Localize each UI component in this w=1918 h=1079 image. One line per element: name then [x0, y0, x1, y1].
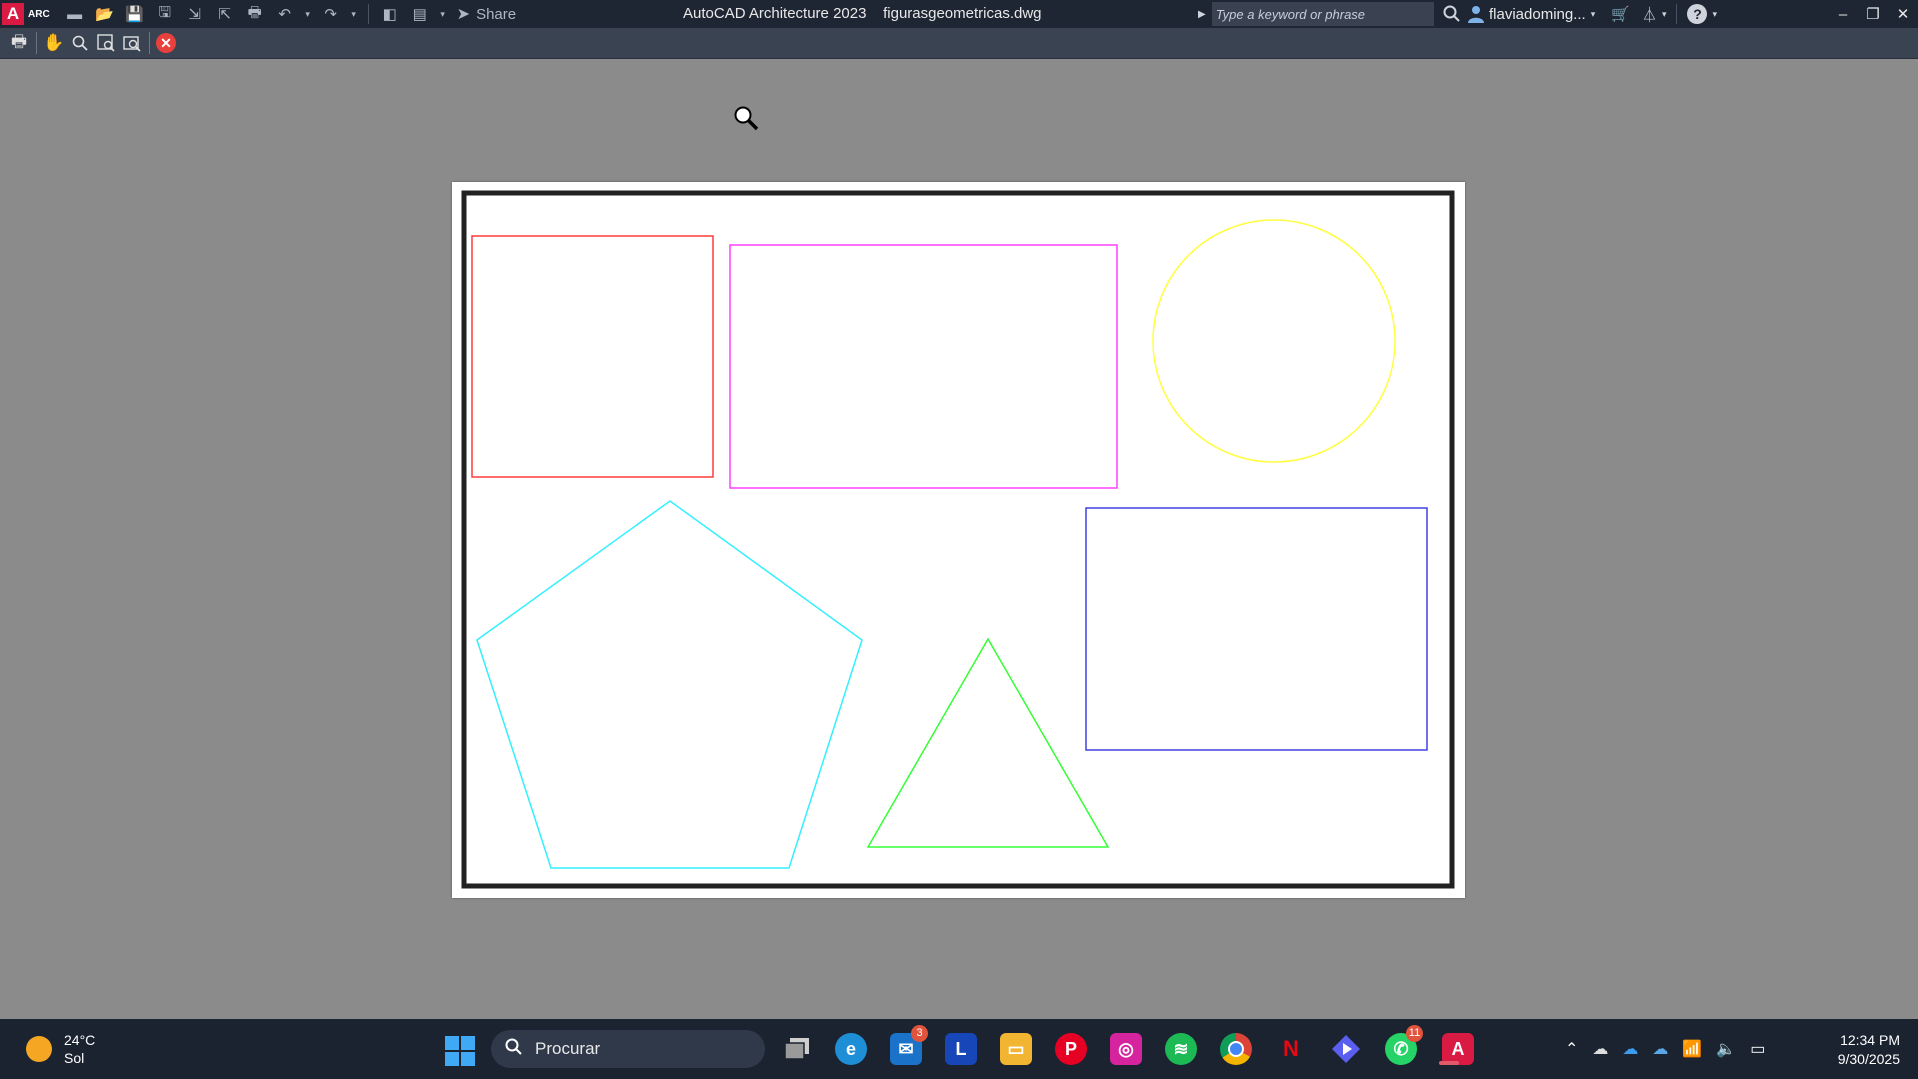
volume-icon[interactable]: 🔈 [1716, 1039, 1736, 1059]
edge-icon[interactable]: e [835, 1033, 867, 1065]
arc-badge: ARC [28, 8, 50, 20]
whatsapp-icon[interactable]: ✆ 11 [1385, 1025, 1423, 1065]
toolbar-divider [36, 32, 37, 54]
zoom-window-icon[interactable] [93, 30, 119, 56]
search-icon[interactable] [1443, 5, 1461, 23]
toolbar-divider [149, 32, 150, 54]
plot-icon[interactable]: 🖶 [242, 2, 268, 26]
taskbar-search[interactable]: Procurar [491, 1030, 765, 1068]
netflix-icon[interactable]: N [1275, 1033, 1307, 1065]
red-square [471, 235, 714, 478]
pinterest-icon[interactable]: P [1055, 1033, 1087, 1065]
user-icon [1468, 6, 1484, 23]
minimize-icon[interactable]: – [1828, 6, 1858, 23]
share-icon: ➤ [456, 6, 471, 23]
account-dropdown-icon: ▾ [1590, 8, 1596, 19]
sun-icon [26, 1036, 52, 1062]
close-window-icon[interactable]: ✕ [1888, 5, 1918, 23]
whatsapp-badge: 11 [1406, 1025, 1423, 1042]
cyan-pentagon [476, 500, 863, 869]
search-area: ▶ [1198, 2, 1434, 26]
file-explorer-icon[interactable]: ▭ [1000, 1033, 1032, 1065]
wifi-icon[interactable]: 📶 [1682, 1039, 1702, 1059]
pan-icon[interactable]: ✋ [41, 30, 67, 56]
undo-dropdown-icon[interactable]: ▾ [302, 2, 314, 26]
title-bar: A ARC ▬ 📂 💾 🖫 ⇲ ⇱ 🖶 ↶ ▾ ↷ ▾ ◧ ▤ ▾ ➤ Shar… [0, 0, 1918, 28]
zoom-icon[interactable] [67, 30, 93, 56]
chrome-icon[interactable] [1220, 1033, 1252, 1065]
windows-taskbar: 24°C Sol Procurar e ✉ 3 L ▭ P ◎ ≋ N ✆ 11 A… [0, 1019, 1918, 1079]
redo-dropdown-icon[interactable]: ▾ [348, 2, 360, 26]
workspace-icon[interactable]: ◧ [377, 2, 403, 26]
window-controls: – ❐ ✕ [1828, 0, 1918, 28]
sheet-border [461, 190, 1455, 889]
mail-badge: 3 [911, 1025, 928, 1042]
expand-search-icon[interactable]: ▶ [1198, 9, 1206, 20]
search-input[interactable] [1211, 2, 1434, 26]
window-title: AutoCAD Architecture 2023 figurasgeometr… [683, 5, 1042, 22]
username: flaviadoming... [1489, 5, 1586, 23]
zoom-cursor-icon [734, 106, 759, 131]
plot-preview-toolbar: 🖶 ✋ ✕ [0, 28, 1918, 59]
magenta-rectangle [729, 244, 1118, 489]
system-clock[interactable]: 12:34 PM 9/30/2025 [1838, 1031, 1900, 1069]
quick-access-toolbar: ▬ 📂 💾 🖫 ⇲ ⇱ 🖶 ↶ ▾ ↷ ▾ ◧ ▤ ▾ ➤ Share [62, 2, 516, 26]
export-icon[interactable]: ⇲ [182, 2, 208, 26]
task-view-icon[interactable] [781, 1033, 813, 1065]
onedrive-error-icon[interactable]: ☁ [1592, 1039, 1608, 1059]
share-label: Share [476, 5, 517, 23]
start-button[interactable] [445, 1036, 475, 1066]
system-tray: ⌃ ☁ ☁ ☁ 📶 🔈 ▭ [1565, 1019, 1765, 1079]
redo-icon[interactable]: ↷ [318, 2, 344, 26]
active-app-indicator [1439, 1052, 1459, 1070]
clock-time: 12:34 PM [1840, 1032, 1900, 1048]
right-tools: flaviadoming... ▾ 🛒 ⏃ ▾ ? ▾ [1443, 0, 1717, 28]
zoom-original-icon[interactable] [119, 30, 145, 56]
weather-temperature: 24°C [64, 1032, 96, 1048]
yellow-circle [1152, 219, 1396, 463]
restore-icon[interactable]: ❐ [1858, 5, 1888, 23]
undo-icon[interactable]: ↶ [272, 2, 298, 26]
account-button[interactable]: flaviadoming... ▾ [1467, 5, 1595, 23]
import-icon[interactable]: ⇱ [212, 2, 238, 26]
prime-video-icon[interactable] [1330, 1033, 1362, 1065]
blue-rectangle [1085, 507, 1428, 751]
weather-description: Sol [64, 1050, 85, 1066]
save-as-icon[interactable]: 🖫 [152, 2, 178, 26]
battery-icon[interactable]: ▭ [1750, 1039, 1765, 1059]
clock-date: 9/30/2025 [1837, 1051, 1900, 1067]
plot-sheet [452, 182, 1465, 898]
onedrive-icon[interactable]: ☁ [1622, 1039, 1638, 1059]
show-hidden-icons-icon[interactable]: ⌃ [1565, 1039, 1578, 1059]
green-triangle [866, 637, 1110, 848]
close-preview-icon[interactable]: ✕ [156, 33, 176, 53]
publish-icon[interactable]: ▤ [407, 2, 433, 26]
weather-widget[interactable]: 24°C Sol [26, 1031, 95, 1067]
drawing-canvas [461, 190, 1455, 889]
app-logo[interactable]: A ARC [2, 0, 50, 28]
l-app-icon[interactable]: L [945, 1033, 977, 1065]
customize-dropdown-icon[interactable]: ▾ [437, 2, 449, 26]
help-button[interactable]: ? ▾ [1687, 4, 1717, 24]
new-icon[interactable]: ▬ [62, 2, 88, 26]
toolbar-divider [1676, 4, 1678, 24]
taskbar-search-label: Procurar [535, 1039, 601, 1058]
spotify-icon[interactable]: ≋ [1165, 1033, 1197, 1065]
instagram-icon[interactable]: ◎ [1110, 1033, 1142, 1065]
share-button[interactable]: ➤ Share [457, 4, 516, 24]
save-icon[interactable]: 💾 [122, 2, 148, 26]
autocad-logo-icon: A [2, 3, 24, 25]
cart-icon[interactable]: 🛒 [1611, 5, 1630, 23]
plot-icon[interactable]: 🖶 [6, 30, 32, 56]
help-icon: ? [1687, 4, 1708, 24]
mail-icon[interactable]: ✉ 3 [890, 1025, 928, 1065]
onedrive-business-icon[interactable]: ☁ [1652, 1039, 1668, 1059]
help-dropdown-icon: ▾ [1712, 8, 1718, 19]
open-icon[interactable]: 📂 [92, 2, 118, 26]
search-icon [505, 1038, 523, 1061]
toolbar-divider [367, 4, 369, 24]
autodesk-app-icon[interactable]: ⏃ ▾ [1642, 4, 1667, 25]
